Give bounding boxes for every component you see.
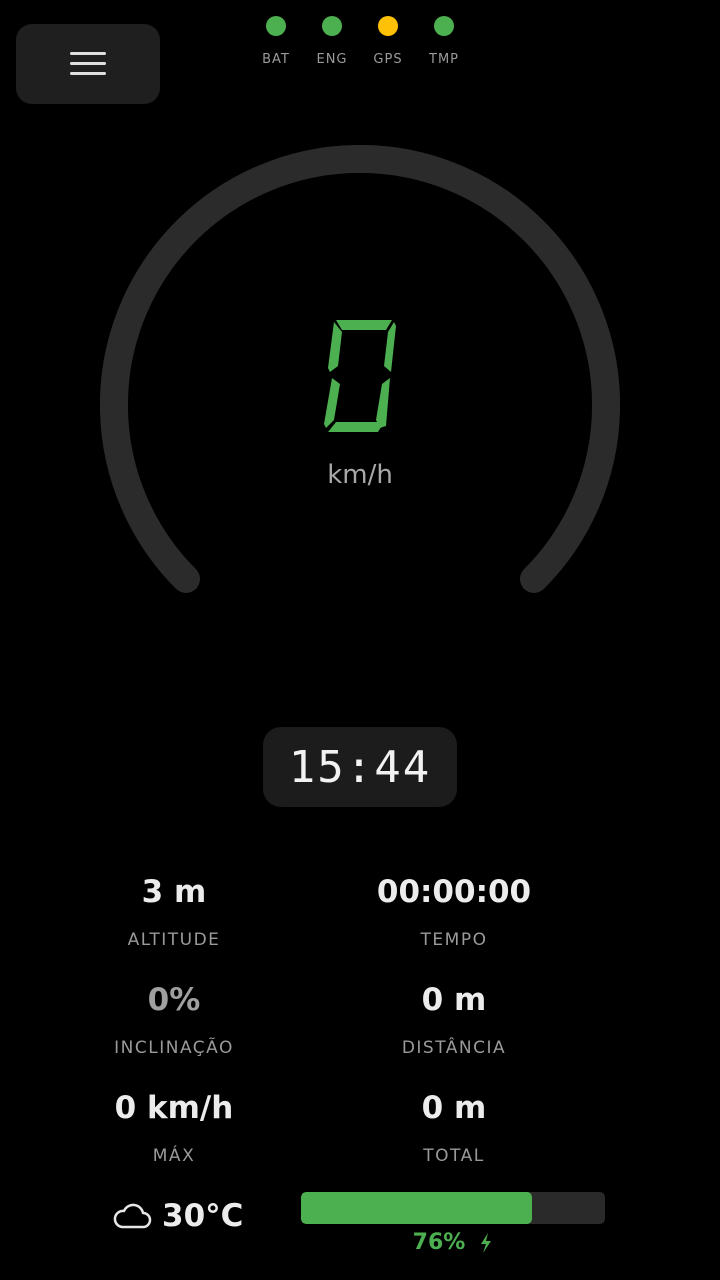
status-dot	[434, 16, 454, 36]
bolt-icon	[481, 1232, 492, 1253]
speed-unit: km/h	[327, 460, 393, 490]
segment-e	[324, 378, 340, 428]
stat-inclinacao: 0% INCLINAÇÃO	[34, 980, 314, 1058]
battery-fill	[301, 1192, 533, 1224]
battery-bar	[301, 1192, 605, 1224]
menu-button[interactable]	[16, 24, 160, 104]
hamburger-icon	[70, 52, 106, 76]
dashboard-screen: BAT ENG GPS TMP 0 km/h 15:44 3 m ALTITUD…	[0, 0, 720, 1280]
stat-distancia: 0 m DISTÂNCIA	[314, 980, 594, 1058]
indicator-eng: ENG	[304, 16, 360, 67]
seven-segment-digit	[324, 320, 396, 432]
weather-temperature: 30°C	[162, 1198, 244, 1234]
segment-f	[328, 322, 342, 372]
status-dot	[322, 16, 342, 36]
stat-label: INCLINAÇÃO	[114, 1038, 234, 1058]
battery-percent: 76%	[412, 1230, 466, 1255]
stat-tempo: 00:00:00 TEMPO	[314, 872, 594, 950]
battery-status: 76%	[300, 1230, 606, 1255]
status-dot	[378, 16, 398, 36]
stat-value: 3 m	[141, 874, 207, 910]
indicator-label: ENG	[316, 52, 348, 67]
segment-c	[376, 378, 390, 428]
speed-digit-display	[324, 320, 396, 432]
stat-value: 00:00:00	[376, 874, 532, 910]
stat-value: 0 km/h	[114, 1090, 234, 1126]
indicator-label: BAT	[262, 52, 290, 67]
stat-altitude: 3 m ALTITUDE	[34, 872, 314, 950]
status-dot	[266, 16, 286, 36]
indicator-label: TMP	[429, 52, 459, 67]
stat-max: 0 km/h MÁX	[34, 1088, 314, 1166]
stat-label: TEMPO	[420, 930, 488, 950]
stat-label: MÁX	[152, 1146, 196, 1166]
stat-label: ALTITUDE	[127, 930, 221, 950]
indicator-gps: GPS	[360, 16, 416, 67]
weather-widget: 30°C	[112, 1196, 243, 1236]
stat-value: 0%	[147, 982, 201, 1018]
indicator-bat: BAT	[248, 16, 304, 67]
stat-value: 0 m	[421, 982, 487, 1018]
clock-display: 15:44	[263, 727, 457, 807]
segment-a	[336, 320, 392, 330]
segment-d	[328, 422, 384, 432]
cloud-icon	[113, 1203, 152, 1229]
stat-label: DISTÂNCIA	[401, 1038, 507, 1058]
indicator-tmp: TMP	[416, 16, 472, 67]
status-indicators: BAT ENG GPS TMP	[248, 16, 472, 67]
stat-label: TOTAL	[423, 1146, 485, 1166]
stat-total: 0 m TOTAL	[314, 1088, 594, 1166]
stat-value: 0 m	[421, 1090, 487, 1126]
indicator-label: GPS	[373, 52, 403, 67]
